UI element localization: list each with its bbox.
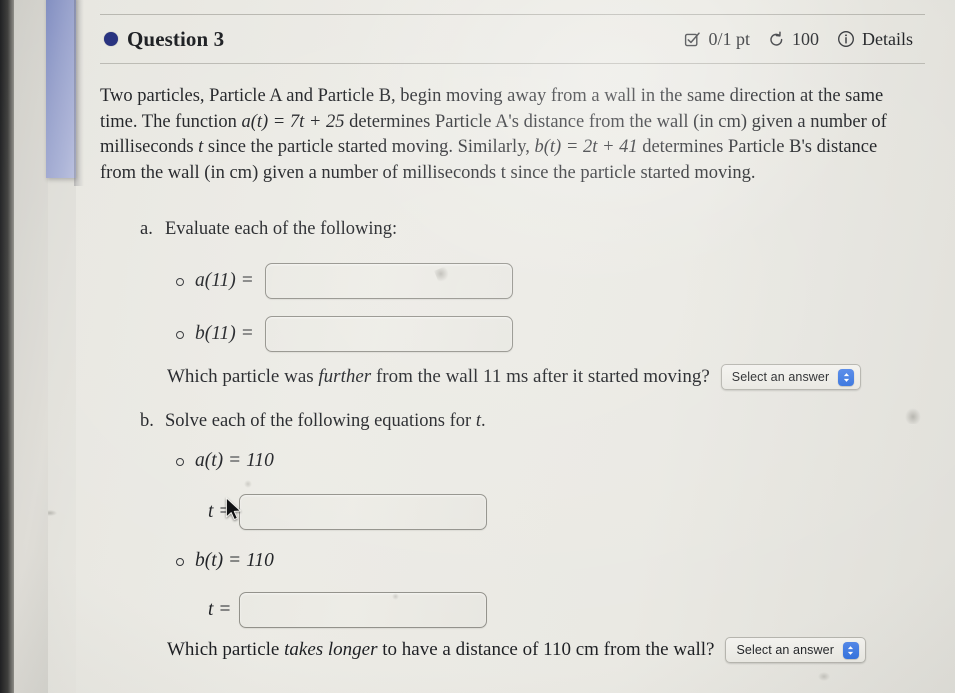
bullet-ring-icon	[176, 331, 184, 339]
equation-at-110: a(t) = 110	[195, 450, 274, 471]
expression-a11: a(11) =	[195, 270, 254, 291]
bullet-ring-icon	[176, 278, 184, 286]
part-b-instruction: Solve each of the following equations fo…	[165, 411, 486, 432]
part-a-followup-emphasis: further	[318, 366, 372, 387]
select-answer-label-b: Select an answer	[736, 643, 834, 657]
points-value: 0/1 pt	[708, 28, 750, 49]
part-a-instruction-row: a. Evaluate each of the following:	[140, 219, 397, 240]
part-a-followup-after: from the wall 11 ms after it started mov…	[371, 366, 710, 387]
answer-label-t-1: t =	[208, 599, 232, 620]
question-status-dot-icon	[104, 32, 118, 46]
screen-bezel-left	[0, 0, 14, 693]
question-title-group: Question 3	[104, 27, 224, 52]
prompt-line-3: milliseconds t since the particle starte…	[100, 135, 920, 161]
prompt-line-2-text-a: time. The function	[100, 111, 242, 132]
part-a-item-0: a(11) =	[176, 263, 513, 299]
bullet-ring-icon	[176, 558, 184, 566]
problem-statement: Two particles, Particle A and Particle B…	[100, 84, 920, 186]
question-title: Question 3	[127, 26, 225, 51]
prompt-line-3-text-c: determines Particle B's distance	[637, 137, 878, 157]
prompt-line-3-text-b: since the particle started moving. Simil…	[203, 137, 535, 157]
part-b-followup-after: to have a distance of 110 cm from the wa…	[377, 639, 715, 660]
page-root: Question 3 0/1 pt 100 Details Two partic…	[0, 0, 955, 693]
part-a-letter: a.	[140, 219, 153, 239]
prompt-line-3-text-a: milliseconds	[100, 137, 199, 157]
header-rule-bottom	[100, 63, 925, 64]
part-b-followup-before: Which particle	[167, 639, 285, 660]
part-b-followup: Which particle takes longer to have a di…	[167, 637, 866, 663]
side-panel-shadow	[74, 0, 84, 186]
chevron-up-down-icon[interactable]	[842, 641, 859, 659]
question-header: Question 3 0/1 pt 100 Details	[100, 14, 925, 64]
checkbox-check-icon	[684, 31, 701, 48]
prompt-line-1: Two particles, Particle A and Particle B…	[100, 86, 884, 106]
part-b-letter: b.	[140, 411, 154, 431]
part-b-item-0-answer: t =	[208, 494, 488, 530]
part-b-instruction-b: .	[480, 411, 486, 431]
select-answer-dropdown-b[interactable]: Select an answer	[725, 637, 866, 663]
answer-input-b11[interactable]	[264, 316, 513, 352]
part-b-instruction-row: b. Solve each of the following equations…	[140, 411, 486, 432]
part-a-followup-text: Which particle was further from the wall…	[167, 366, 710, 388]
select-answer-dropdown-a[interactable]: Select an answer	[720, 364, 862, 390]
expression-b11: b(11) =	[195, 323, 254, 344]
question-meta: 0/1 pt 100 Details	[684, 29, 921, 50]
part-b-item-0-equation: a(t) = 110	[176, 450, 274, 472]
bullet-ring-icon	[176, 458, 184, 466]
part-b-item-1-answer: t =	[208, 592, 488, 628]
answer-input-a11[interactable]	[264, 263, 513, 299]
chevron-up-down-icon[interactable]	[838, 368, 855, 386]
part-a-followup: Which particle was further from the wall…	[167, 364, 862, 390]
answer-label-t-0: t =	[208, 501, 232, 522]
part-b-followup-emphasis: takes longer	[284, 639, 378, 660]
part-a-item-1: b(11) =	[176, 316, 513, 352]
details-link[interactable]: Details	[862, 29, 913, 50]
function-b-definition: b(t) = 2t + 41	[534, 137, 638, 157]
prompt-line-2-text-b: determines Particle A's distance from th…	[344, 111, 887, 132]
equation-bt-110: b(t) = 110	[195, 550, 274, 571]
info-circle-icon[interactable]	[837, 30, 855, 48]
prompt-line-2: time. The function a(t) = 7t + 25 determ…	[100, 110, 920, 136]
offscreen-area-left	[12, 0, 48, 693]
part-b-item-1-equation: b(t) = 110	[176, 550, 274, 572]
part-b-followup-text: Which particle takes longer to have a di…	[167, 639, 714, 661]
reload-counterclockwise-icon	[768, 30, 785, 48]
answer-input-t-0[interactable]	[239, 494, 488, 530]
function-a-definition: a(t) = 7t + 25	[241, 111, 345, 132]
part-b-instruction-a: Solve each of the following equations fo…	[165, 411, 476, 431]
answer-input-t-1[interactable]	[239, 592, 488, 628]
part-a-instruction: Evaluate each of the following:	[165, 219, 398, 239]
part-a-followup-before: Which particle was	[167, 366, 319, 387]
side-panel-accent	[46, 0, 76, 178]
prompt-line-4: from the wall (in cm) given a number of …	[100, 162, 756, 183]
select-answer-label-a: Select an answer	[731, 370, 830, 384]
attempts-value: 100	[792, 28, 819, 49]
